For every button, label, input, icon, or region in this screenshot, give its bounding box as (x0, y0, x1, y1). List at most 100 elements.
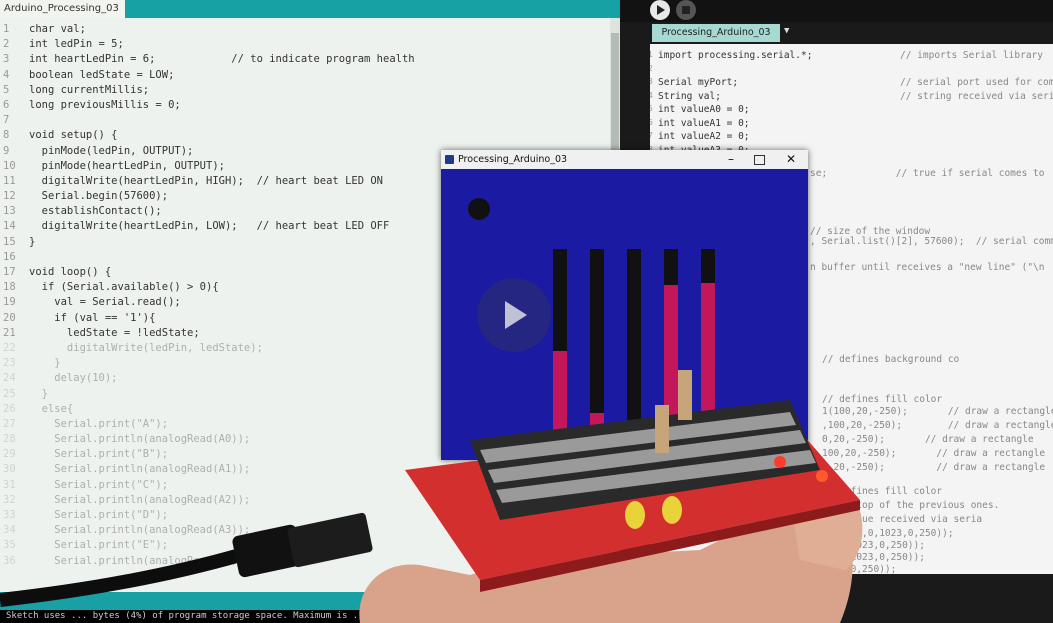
line-number: 16 (3, 250, 16, 263)
code-text: Serial.print("E"); (29, 539, 169, 552)
code-fragment: // defines fill color (822, 486, 943, 497)
code-fragment: 1023,0,250)); (822, 564, 897, 574)
code-text: Serial.print("C"); (29, 478, 169, 491)
code-text: } (29, 387, 48, 400)
processing-sketch-tab[interactable]: Processing_Arduino_03 (652, 24, 780, 42)
close-icon[interactable]: ✕ (783, 150, 799, 169)
code-line: 1 char val; (0, 22, 610, 37)
code-line: 33 Serial.print("D"); (0, 508, 610, 523)
line-number: 34 (3, 524, 16, 537)
code-text: Serial.print("B"); (29, 448, 169, 461)
code-line: 6 long previousMillis = 0; (0, 98, 610, 113)
line-number: 3 (3, 53, 10, 66)
code-text: Serial.begin(57600); (29, 190, 169, 203)
code-fragment: A2,0,1023,0,250)); (822, 552, 925, 563)
code-text: Serial.println(analogRead(A0)); (29, 433, 251, 446)
code-fragment: // defines fill color (822, 394, 943, 405)
tab-menu-arrow-icon[interactable]: ▼ (784, 26, 789, 36)
arduino-scrollbar-thumb[interactable] (611, 33, 619, 163)
code-text: if (val == '1'){ (29, 311, 156, 324)
line-number: 25 (3, 387, 16, 400)
line-number: 12 (3, 190, 16, 203)
line-number: 5 (650, 104, 653, 113)
line-number: 7 (650, 131, 653, 140)
arduino-sketch-tab[interactable]: Arduino_Processing_03 (0, 0, 125, 18)
code-text: String val; (658, 90, 721, 102)
code-text: Serial myPort; (658, 77, 739, 88)
code-fragment: se; // true if serial comes to (810, 168, 1045, 179)
code-line: 34 Serial.println(analogRead(A3)); (0, 523, 610, 538)
code-text: ledState = !ledState; (29, 326, 200, 339)
code-text: delay(10); (29, 372, 118, 385)
line-number: 9 (3, 144, 10, 157)
line-number: 3 (650, 77, 653, 86)
line-number: 19 (3, 296, 16, 309)
code-text: long currentMillis; (29, 83, 150, 96)
code-text: pinMode(heartLedPin, OUTPUT); (29, 159, 225, 172)
code-fragment: , Serial.list()[2], 57600); // serial co… (810, 236, 1053, 247)
line-number: 31 (3, 478, 16, 491)
line-number: 5 (3, 83, 10, 96)
code-text: Serial.print("D"); (29, 509, 169, 521)
bar-fill (701, 283, 715, 449)
code-text: char val; (29, 23, 86, 35)
line-number: 15 (3, 235, 16, 248)
line-number: 11 (3, 174, 16, 187)
line-number: 24 (3, 372, 16, 385)
code-text: long previousMillis = 0; (29, 98, 181, 111)
code-fragment: the value received via seria (822, 514, 983, 525)
code-text: import processing.serial.*; (658, 50, 813, 61)
line-number: 14 (3, 220, 16, 233)
code-fragment: valueA0,0,1023,0,250)); (822, 528, 954, 539)
code-line: 32 Serial.println(analogRead(A2)); (0, 493, 610, 508)
line-number: 17 (3, 266, 16, 278)
sketch-window-title: Processing_Arduino_03 (458, 154, 568, 165)
arduino-status-bar (0, 592, 620, 610)
code-text: Serial.print("A"); (29, 417, 169, 430)
line-number: 36 (3, 554, 16, 567)
code-text: } (29, 357, 61, 370)
bar-fill (590, 413, 604, 449)
line-number: 2 (650, 63, 653, 73)
line-number: 6 (650, 117, 653, 127)
run-button[interactable] (650, 0, 670, 20)
line-number: 21 (3, 326, 16, 339)
line-number: 32 (3, 493, 16, 506)
code-fragment: A1,0,1023,0,250)); (822, 540, 925, 551)
code-line: 3 int heartLedPin = 6; // to indicate pro… (0, 52, 610, 67)
code-text: int valueA1 = 0; (658, 117, 750, 129)
bar-track (627, 249, 641, 449)
stop-button[interactable] (676, 0, 696, 20)
code-fragment: 0,20,-250); // draw a rectangle (822, 462, 1046, 473)
code-line: 5 long currentMillis; (0, 83, 610, 98)
code-fragment: 100,20,-250); // draw a rectangle (822, 448, 1046, 459)
line-number: 10 (3, 159, 16, 172)
code-text: if (Serial.available() > 0){ (29, 281, 219, 294)
code-text: void loop() { (29, 266, 112, 278)
line-number: 13 (3, 205, 16, 218)
sketch-titlebar: Processing_Arduino_03 – ✕ (441, 150, 808, 169)
line-number: 33 (3, 509, 16, 521)
video-play-button[interactable] (477, 278, 551, 352)
line-number: 22 (3, 341, 16, 354)
code-comment: // string received via seri (900, 90, 1053, 102)
line-number: 2 (3, 38, 10, 51)
minimize-icon[interactable]: – (721, 150, 741, 169)
code-text: Serial.println(analogRead(A3)); (29, 524, 251, 537)
line-number: 6 (3, 98, 10, 111)
code-text: int valueA2 = 0; (658, 131, 750, 142)
code-text: digitalWrite(heartLedPin, LOW); // heart… (29, 220, 390, 233)
code-text: } (29, 235, 36, 248)
code-text: digitalWrite(heartLedPin, HIGH); // hear… (29, 174, 384, 187)
code-line: 4 boolean ledState = LOW; (0, 68, 610, 83)
bar-fill (664, 285, 678, 449)
maximize-icon[interactable] (754, 155, 765, 165)
code-text: val = Serial.read(); (29, 296, 181, 309)
line-number: 29 (3, 448, 16, 461)
code-fragment: // defines background co (822, 354, 960, 365)
line-number: 7 (3, 114, 10, 127)
line-number: 4 (650, 90, 653, 100)
line-number: 23 (3, 357, 16, 370)
code-line: 30 Serial.println(analogRead(A1)); (0, 462, 610, 477)
code-comment: // imports Serial library (900, 50, 1043, 61)
